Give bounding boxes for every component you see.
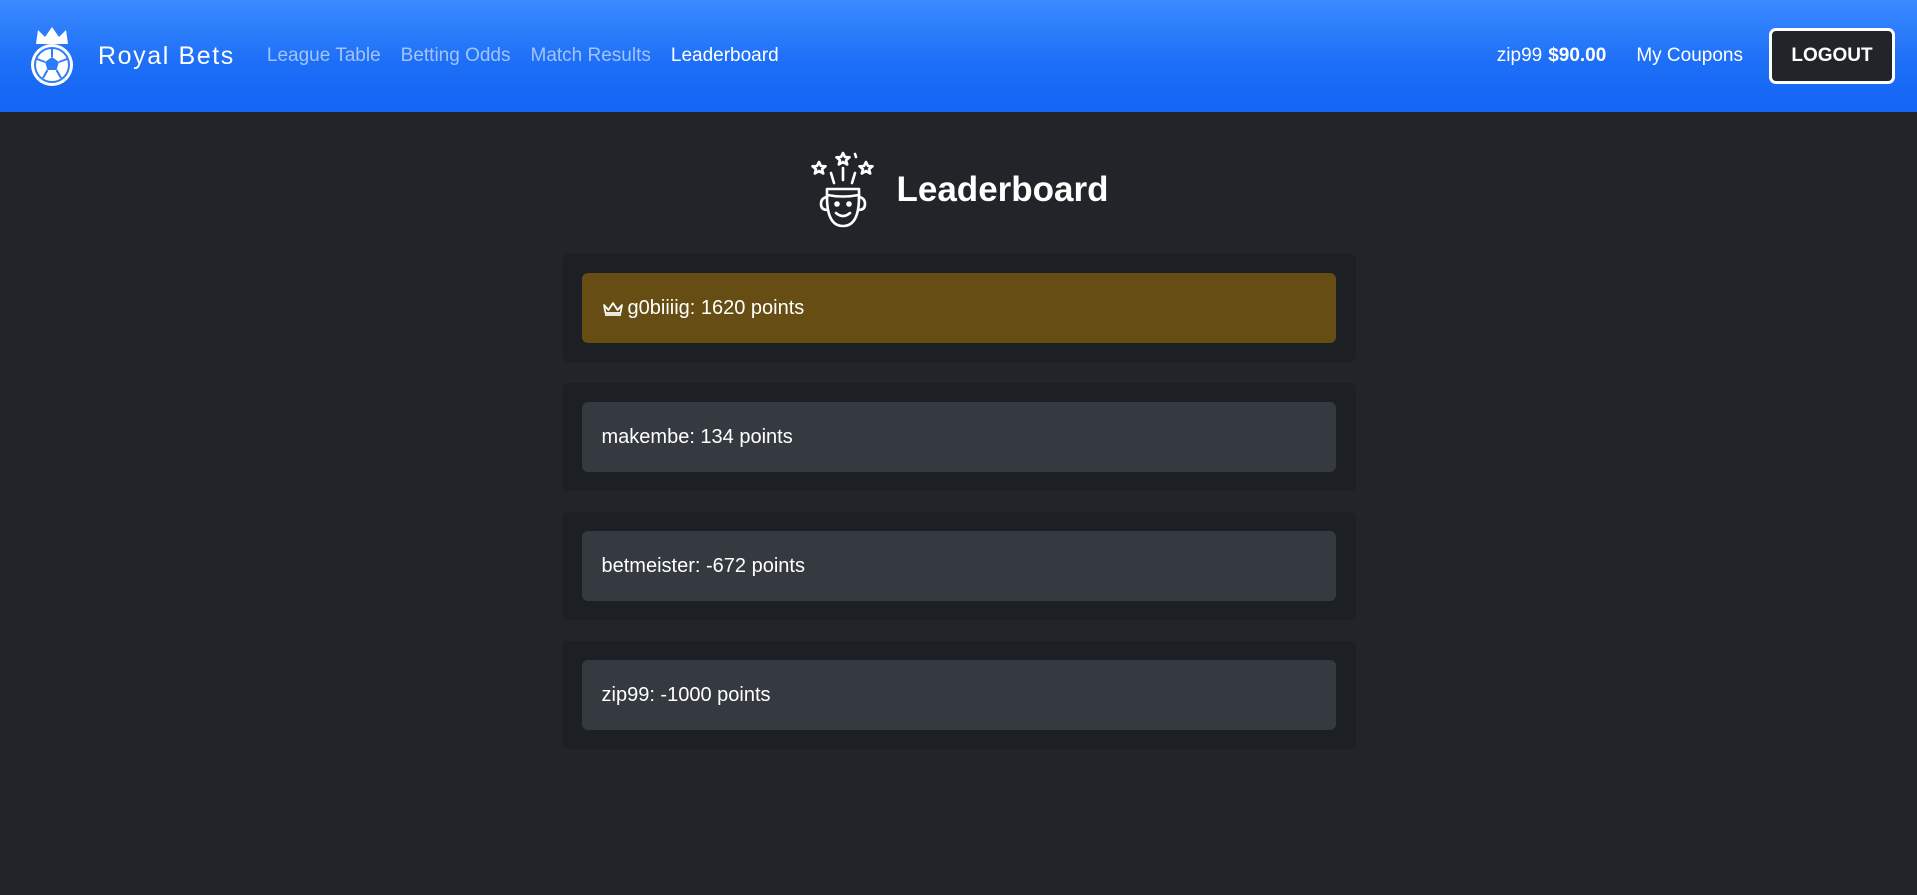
- leaderboard-entry-text: g0biiiig: 1620 points: [627, 296, 805, 319]
- nav-link-betting-odds[interactable]: Betting Odds: [401, 45, 511, 67]
- crown-icon: [602, 302, 623, 316]
- leaderboard-row: g0biiiig: 1620 points: [561, 254, 1356, 362]
- leaderboard-entry: makembe: 134 points: [581, 402, 1336, 472]
- logout-button[interactable]: LOGOUT: [1769, 28, 1895, 84]
- user-area: zip99 $90.00 My Coupons LOGOUT: [1497, 28, 1895, 84]
- page-header: Leaderboard: [0, 148, 1917, 232]
- main-nav: League Table Betting Odds Match Results …: [267, 45, 799, 67]
- leaderboard-entry-text: zip99: -1000 points: [601, 683, 771, 706]
- leaderboard-entry: betmeister: -672 points: [581, 531, 1336, 601]
- balance-amount: $90.00: [1548, 45, 1607, 66]
- brand-name: Royal Bets: [98, 41, 235, 70]
- leaderboard-row: zip99: -1000 points: [561, 641, 1356, 749]
- nav-link-match-results[interactable]: Match Results: [531, 45, 651, 67]
- leaderboard-entry-text: betmeister: -672 points: [601, 554, 805, 577]
- star-struck-head-icon: [810, 151, 874, 228]
- top-navbar: Royal Bets League Table Betting Odds Mat…: [0, 0, 1917, 112]
- page-title: Leaderboard: [896, 170, 1109, 209]
- leaderboard-entry-text: makembe: 134 points: [601, 425, 793, 448]
- nav-link-league-table[interactable]: League Table: [267, 45, 381, 67]
- leaderboard-list: g0biiiig: 1620 points makembe: 134 point…: [561, 254, 1356, 749]
- user-balance: zip99 $90.00: [1497, 45, 1607, 67]
- username: zip99: [1496, 45, 1543, 66]
- leaderboard-entry-first: g0biiiig: 1620 points: [581, 273, 1336, 343]
- leaderboard-entry: zip99: -1000 points: [581, 660, 1336, 730]
- leaderboard-row: betmeister: -672 points: [561, 512, 1356, 620]
- nav-link-leaderboard[interactable]: Leaderboard: [671, 45, 779, 67]
- leaderboard-row: makembe: 134 points: [561, 383, 1356, 491]
- my-coupons-link[interactable]: My Coupons: [1636, 45, 1743, 67]
- crowned-soccer-ball-logo: [31, 27, 73, 86]
- brand-link[interactable]: Royal Bets: [28, 24, 235, 88]
